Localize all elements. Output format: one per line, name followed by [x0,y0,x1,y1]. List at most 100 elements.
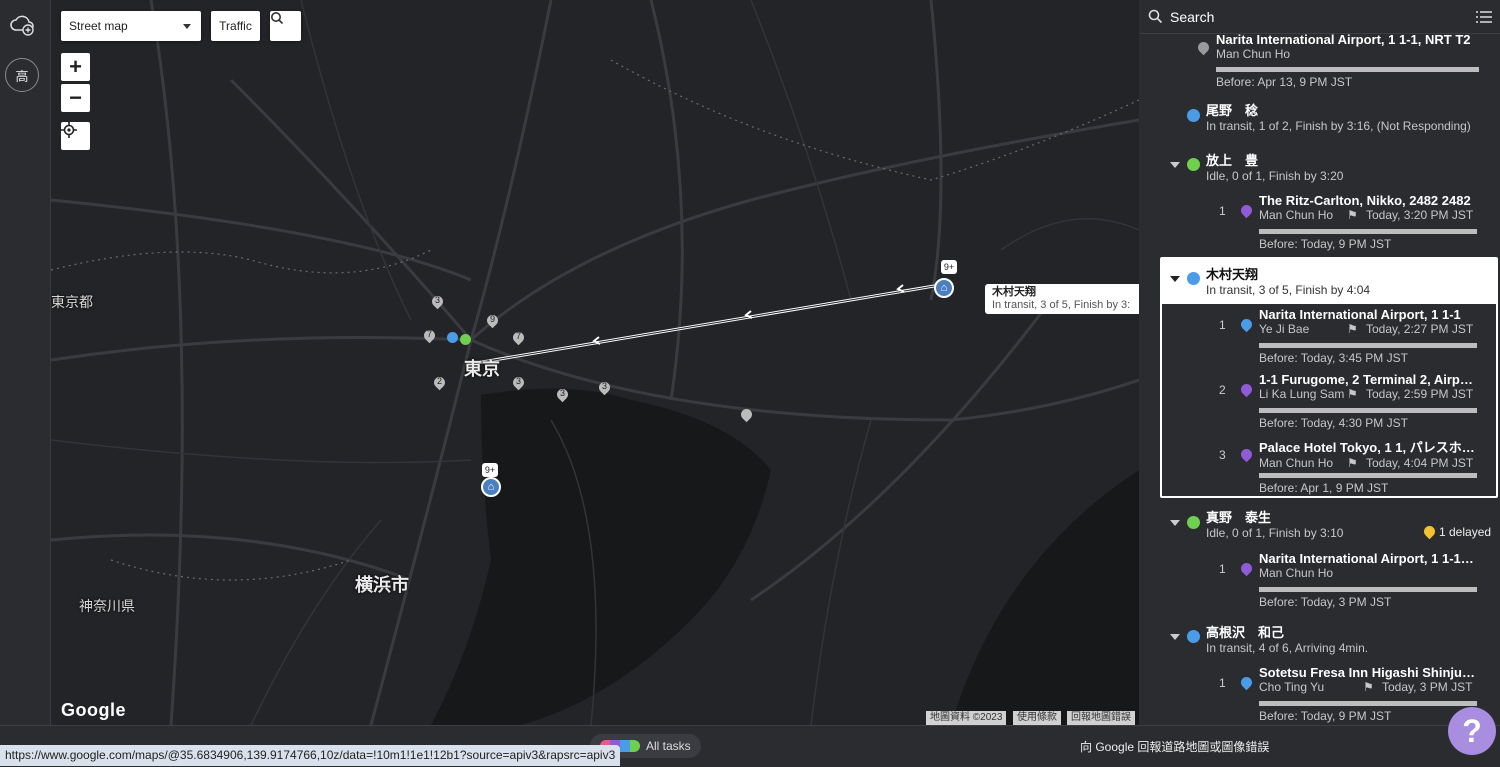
driver-dot[interactable] [460,334,471,345]
task-number: 1 [1219,318,1226,332]
driver-status: In transit, 3 of 5, Finish by 4:04 [1206,283,1371,297]
avatar[interactable]: 高 [5,58,39,92]
driver-tooltip: 木村天翔 In transit, 3 of 5, Finish by 3: [985,284,1139,314]
task-item[interactable]: The Ritz-Carlton, Nikko, 2482 2482 Man C… [1259,193,1481,222]
map-marker[interactable]: 3 [596,379,613,396]
cluster-marker[interactable]: 9+ [941,260,957,274]
map-marker[interactable] [738,406,755,423]
map-marker[interactable]: 9 [484,312,501,329]
map-marker[interactable]: 3 [554,386,571,403]
driver-dot[interactable] [447,332,458,343]
driver-row[interactable]: 放上 豊 Idle, 0 of 1, Finish by 3:20 [1206,150,1496,183]
map-label-yokohama: 横浜市 [355,575,409,595]
map-marker[interactable]: 3 [429,293,446,310]
recenter-button[interactable] [61,122,90,150]
map-type-label: Street map [69,19,128,33]
task-before: Before: Today, 4:30 PM JST [1259,416,1408,430]
location-pin-icon [1238,202,1255,219]
task-before: Before: Apr 13, 9 PM JST [1216,75,1353,89]
task-item[interactable]: Narita International Airport, 1 1-1 Ye J… [1259,307,1481,336]
traffic-button[interactable]: Traffic [211,11,260,41]
task-person: Ye Ji Bae [1259,322,1310,336]
map-label-kanagawa: 神奈川県 [79,598,135,614]
map-marker[interactable]: 3 [510,374,527,391]
driver-name: 高根沢 和己 [1206,625,1285,640]
task-before: Before: Today, 3:45 PM JST [1259,351,1408,365]
flag-icon: ⚑ [1347,208,1358,222]
zoom-out-button[interactable]: − [61,84,90,112]
map-type-select[interactable]: Street map [61,11,201,41]
task-number: 1 [1219,676,1226,690]
map-search-button[interactable] [270,11,301,41]
task-time: Today, 4:04 PM JST [1366,456,1474,470]
driver-row[interactable]: 木村天翔 In transit, 3 of 5, Finish by 4:04 [1206,264,1486,297]
driver-row[interactable]: 真野 泰生 Idle, 0 of 1, Finish by 3:10 [1206,507,1416,540]
driver-status-icon [1187,158,1200,171]
cluster-marker[interactable]: 9+ [482,463,498,477]
task-progress-bar [1259,229,1477,234]
task-item[interactable]: Sotetsu Fresa Inn Higashi Shinju… Cho Ti… [1259,665,1481,694]
zoom-in-button[interactable]: + [61,53,90,81]
cloud-add-icon[interactable] [9,12,35,38]
task-number: 2 [1219,383,1226,397]
google-logo: Google [61,700,126,720]
crosshair-icon [61,122,77,138]
home-marker-icon[interactable]: ⌂ [481,477,501,497]
task-person: Man Chun Ho [1259,456,1334,470]
task-item[interactable]: 1-1 Furugome, 2 Terminal 2, Airp… Li Ka … [1259,372,1481,401]
task-item[interactable]: Narita International Airport, 1 1-1, NRT… [1216,32,1486,61]
flag-icon: ⚑ [1347,456,1358,470]
tooltip-status: In transit, 3 of 5, Finish by 3: [992,299,1131,311]
flag-icon: ⚑ [1347,322,1358,336]
home-marker-icon[interactable]: ⌂ [934,278,954,298]
report-road-error-link[interactable]: 向 Google 回報道路地圖或圖像錯誤 [1080,736,1280,758]
map-marker[interactable]: 2 [431,374,448,391]
collapse-icon[interactable] [1170,634,1180,640]
driver-row[interactable]: 尾野 稔 In transit, 1 of 2, Finish by 3:16,… [1206,100,1496,133]
all-tasks-label: All tasks [646,739,691,753]
task-time: Today, 2:59 PM JST [1366,387,1474,401]
status-url: https://www.google.com/maps/@35.6834906,… [0,745,621,766]
task-person: Man Chun Ho [1259,208,1334,222]
task-progress-bar [1259,343,1477,348]
task-progress-bar [1259,701,1477,706]
collapse-icon[interactable] [1170,276,1180,282]
chevron-down-icon [183,24,191,29]
search-icon [1148,9,1163,24]
task-title: Palace Hotel Tokyo, 1 1, パレスホ… [1259,440,1475,455]
task-title: 1-1 Furugome, 2 Terminal 2, Airp… [1259,372,1473,387]
location-pin-icon [1195,39,1212,56]
delayed-badge: 1 delayed [1439,525,1492,539]
map-marker[interactable]: 7 [421,327,438,344]
task-item[interactable]: Palace Hotel Tokyo, 1 1, パレスホ… Man Chun … [1259,437,1481,470]
map-roads [51,0,1139,725]
report-map-error-link[interactable]: 回報地圖錯誤 [1067,711,1135,725]
panel-search[interactable]: Search [1140,0,1500,34]
task-item[interactable]: Narita International Airport, 1 1-1… Man… [1259,551,1481,580]
driver-name: 放上 豊 [1206,153,1259,168]
task-title: Sotetsu Fresa Inn Higashi Shinju… [1259,665,1475,680]
map-marker[interactable]: 7 [510,329,527,346]
task-person: Man Chun Ho [1216,47,1291,61]
search-label: Search [1170,9,1215,25]
task-progress-bar [1259,587,1477,592]
list-icon[interactable] [1476,10,1492,24]
driver-status-icon [1187,272,1200,285]
collapse-icon[interactable] [1170,520,1180,526]
collapse-icon[interactable] [1170,162,1180,168]
task-title: The Ritz-Carlton, Nikko, 2482 2482 [1259,193,1471,208]
driver-status-icon [1187,109,1200,122]
task-progress-bar [1216,67,1479,72]
help-button[interactable]: ? [1448,707,1496,755]
map-canvas[interactable]: 3 7 9 7 2 3 3 3 9+ ⌂ 9+ ⌂ 東京都 東京 横浜市 神奈川… [51,0,1139,725]
terms-link[interactable]: 使用條款 [1013,711,1061,725]
driver-status: In transit, 4 of 6, Arriving 4min. [1206,641,1369,655]
task-person: Man Chun Ho [1259,566,1334,580]
task-title: Narita International Airport, 1 1-1 [1259,307,1461,322]
task-time: Today, 3:20 PM JST [1366,208,1474,222]
map-label-tokyo-prefecture: 東京都 [51,294,93,310]
map-label-tokyo: 東京 [464,359,500,379]
task-progress-bar [1259,408,1477,413]
task-before: Before: Today, 9 PM JST [1259,237,1392,251]
driver-row[interactable]: 高根沢 和己 In transit, 4 of 6, Arriving 4min… [1206,622,1486,655]
